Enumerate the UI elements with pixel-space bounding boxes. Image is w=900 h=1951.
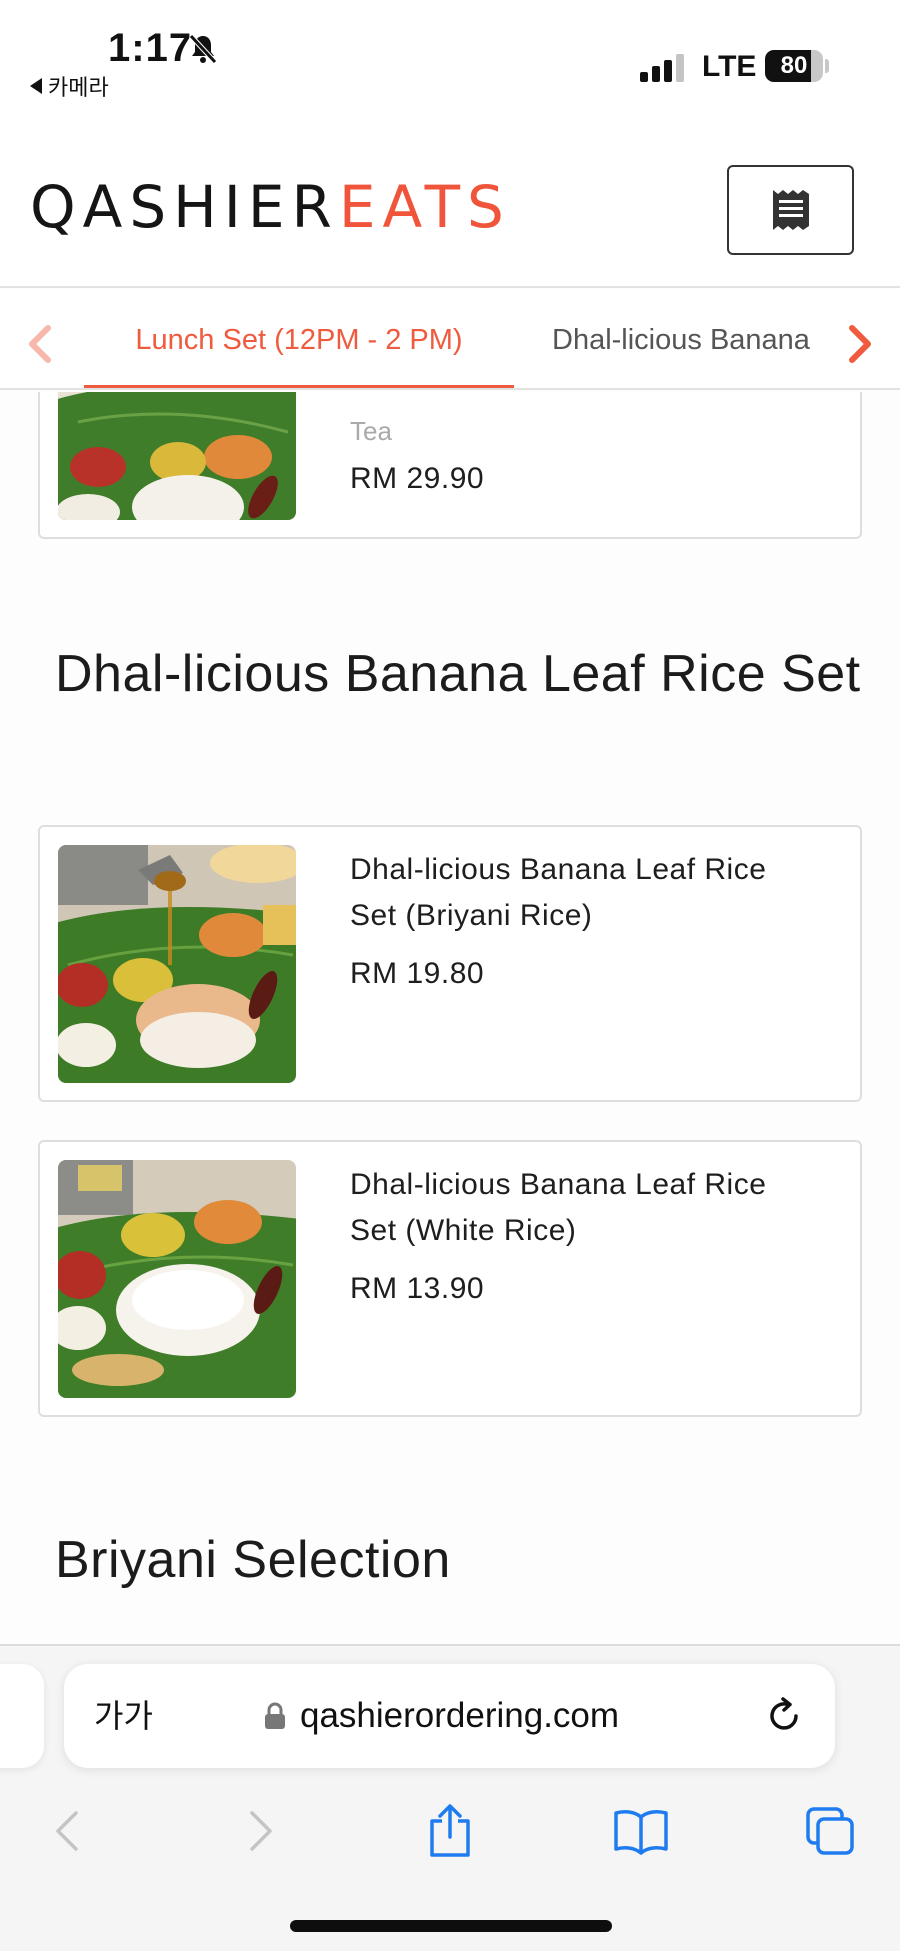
- menu-content[interactable]: Tea RM 29.90 Dhal-licious Banana Leaf Ri…: [0, 392, 900, 1644]
- logo-text-accent: EATS: [338, 173, 511, 241]
- food-photo: [58, 1160, 296, 1398]
- item-price: RM 13.90: [350, 1272, 485, 1305]
- tabs-icon: [806, 1807, 854, 1855]
- menu-item-card[interactable]: Dhal-licious Banana Leaf Rice Set (White…: [38, 1140, 862, 1417]
- status-time: 1:17: [108, 26, 193, 70]
- menu-item-card[interactable]: Dhal-licious Banana Leaf Rice Set (Briya…: [38, 825, 862, 1102]
- url-text[interactable]: qashierordering.com: [300, 1664, 619, 1768]
- chevron-right-icon: [250, 1811, 272, 1851]
- tab-lunch-set[interactable]: Lunch Set (12PM - 2 PM): [84, 290, 514, 388]
- receipt-menu-icon: [772, 190, 809, 230]
- address-bar[interactable]: 가가 qashierordering.com: [64, 1664, 835, 1768]
- chevron-left-icon[interactable]: [26, 324, 54, 364]
- qashier-eats-logo[interactable]: QASHIEREATS: [30, 178, 511, 236]
- home-indicator: [290, 1920, 612, 1932]
- bookmarks-button[interactable]: [606, 1796, 676, 1866]
- status-bar: 1:17 카메라 LTE 80: [0, 0, 900, 110]
- item-name: Dhal-licious Banana Leaf Rice Set (Briya…: [350, 853, 767, 932]
- back-app-label: 카메라: [48, 75, 109, 100]
- tabs-button[interactable]: [795, 1796, 865, 1866]
- battery-cap: [825, 59, 829, 73]
- lock-icon: [265, 1702, 285, 1729]
- browser-toolbar: 가가 qashierordering.com: [0, 1644, 900, 1951]
- item-name: Dhal-licious Banana Leaf Rice Set (White…: [350, 1168, 767, 1247]
- share-button[interactable]: [415, 1796, 485, 1866]
- chevron-left-icon: [56, 1811, 78, 1851]
- site-header: QASHIEREATS: [0, 110, 900, 288]
- previous-tab-stub[interactable]: [0, 1664, 44, 1768]
- battery-indicator: 80: [765, 50, 823, 82]
- bell-muted-icon: [189, 34, 217, 64]
- cellular-signal-icon: [640, 54, 684, 82]
- menu-item-card[interactable]: Tea RM 29.90: [38, 392, 862, 539]
- section-title: Dhal-licious Banana Leaf Rice Set: [55, 645, 861, 703]
- back-triangle-icon: [30, 78, 42, 94]
- network-type: LTE: [702, 50, 757, 83]
- category-tab-bar: Lunch Set (12PM - 2 PM) Dhal-licious Ban…: [0, 290, 900, 390]
- food-photo: [58, 845, 296, 1083]
- logo-text-dark: QASHIER: [30, 173, 339, 241]
- item-price: RM 19.80: [350, 957, 485, 990]
- tab-dhal-licious[interactable]: Dhal-licious Banana Leaf Rice Set: [552, 290, 818, 388]
- item-price: RM 29.90: [350, 462, 485, 495]
- back-button[interactable]: [32, 1796, 102, 1866]
- menu-button[interactable]: [727, 165, 854, 255]
- book-icon: [614, 1810, 668, 1855]
- battery-percent: 80: [780, 52, 808, 79]
- text-size-button[interactable]: 가가: [94, 1664, 153, 1768]
- food-photo: [58, 392, 296, 520]
- chevron-right-icon[interactable]: [846, 324, 874, 364]
- reload-icon[interactable]: [764, 1696, 804, 1736]
- share-icon: [430, 1804, 470, 1857]
- item-description: Tea: [350, 416, 392, 446]
- section-title: Briyani Selection: [55, 1531, 451, 1589]
- back-to-app-link[interactable]: 카메라: [30, 70, 109, 102]
- forward-button[interactable]: [226, 1796, 296, 1866]
